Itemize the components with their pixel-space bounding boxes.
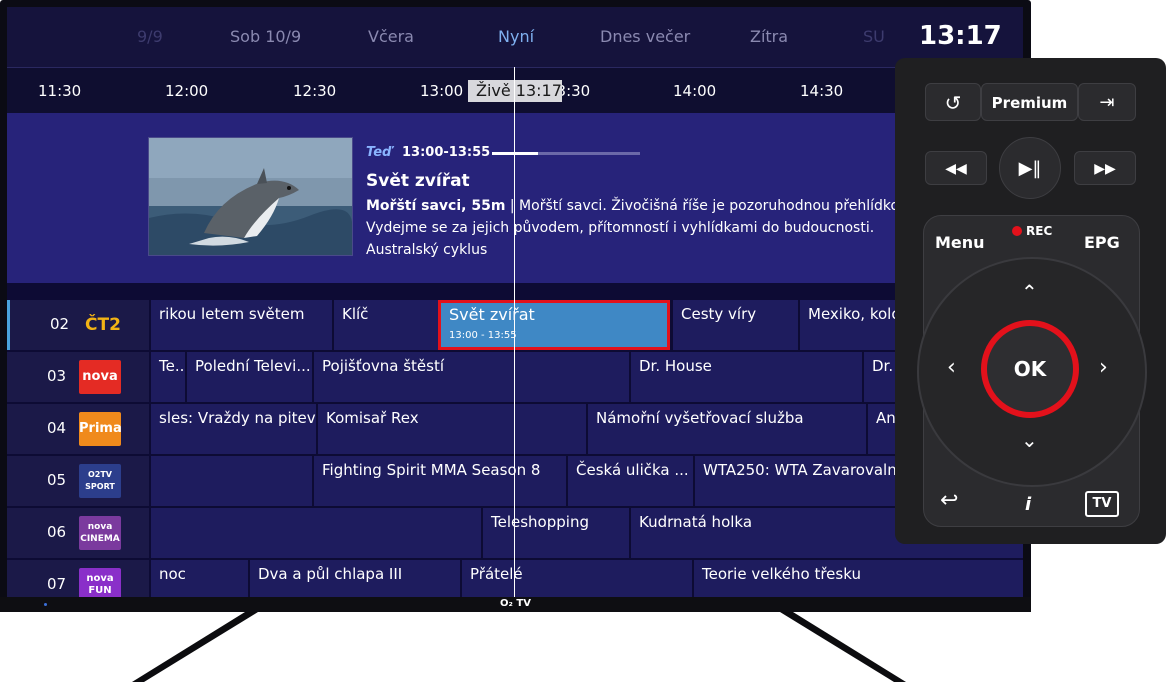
down-arrow-button[interactable]: ⌄ — [1021, 428, 1038, 452]
program-thumbnail — [148, 137, 353, 256]
channel-logo-nova-cinema: nova CINEMA — [79, 516, 121, 550]
rec-dot-icon — [1012, 226, 1022, 236]
channel-row: 03 nova Te... Polední Televi... Pojišťov… — [7, 352, 1023, 402]
info-button[interactable]: i — [1025, 494, 1031, 515]
day-tab-fade-left[interactable]: 9/9 — [137, 27, 163, 46]
program-cell-selected[interactable]: Svět zvířat 13:00 - 13:55 — [438, 300, 670, 350]
channel-logo-o2tv-sport: O2TV SPORT — [79, 464, 121, 498]
play-pause-icon: ▶‖ — [1018, 158, 1042, 179]
right-arrow-button[interactable]: › — [1099, 355, 1108, 380]
channel-cell[interactable]: 04 Prima — [7, 404, 149, 454]
day-tab-vcera[interactable]: Včera — [368, 27, 414, 46]
time-tick: 14:30 — [800, 82, 844, 100]
program-cell[interactable] — [149, 456, 312, 506]
epg-button[interactable]: EPG — [1084, 233, 1120, 252]
channel-number: 05 — [47, 471, 67, 489]
program-cell[interactable]: Dva a půl chlapa III — [248, 560, 460, 597]
ok-button[interactable]: OK — [981, 320, 1079, 418]
program-cell[interactable]: noc — [149, 560, 248, 597]
tv-screen: 9/9 Sob 10/9 Včera Nyní Dnes večer Zítra… — [7, 7, 1023, 597]
time-tick: 13:00 — [420, 82, 464, 100]
program-info-panel: Teď 13:00-13:55 Svět zvířat Mořští savci… — [7, 113, 1023, 283]
channel-number: 04 — [47, 419, 67, 437]
input-icon: ⇥ — [1099, 92, 1115, 113]
channel-logo-nova-fun: nova FUN — [79, 568, 121, 597]
program-cell[interactable]: Polední Televi... — [185, 352, 312, 402]
program-cycle: Australský cyklus — [366, 242, 488, 258]
current-time-line — [514, 67, 515, 597]
time-tick: 14:00 — [673, 82, 717, 100]
premium-button[interactable]: Premium — [981, 83, 1078, 121]
back-button[interactable]: ↩ — [940, 488, 958, 513]
menu-button[interactable]: Menu — [935, 233, 985, 252]
restart-button[interactable]: ↺ — [925, 83, 981, 121]
program-cell[interactable]: Komisař Rex — [316, 404, 586, 454]
channel-number: 03 — [47, 367, 67, 385]
time-tick: 12:30 — [293, 82, 337, 100]
program-cell[interactable]: Klíč — [332, 300, 438, 350]
brand-logo: O₂ TV — [500, 598, 531, 609]
now-label: Teď — [366, 145, 392, 160]
time-tick: 11:30 — [38, 82, 82, 100]
rec-button[interactable]: REC — [1026, 224, 1052, 238]
program-cell[interactable]: rikou letem světem — [149, 300, 332, 350]
day-tab-nyni[interactable]: Nyní — [498, 27, 534, 46]
channel-cell[interactable]: 03 nova — [7, 352, 149, 402]
rewind-button[interactable]: ◀◀ — [925, 151, 987, 185]
tv-leg-left — [132, 612, 258, 682]
program-cell[interactable]: Námořní vyšetřovací služba — [586, 404, 866, 454]
channel-row: 06 nova CINEMA Teleshopping Kudrnatá hol… — [7, 508, 1023, 558]
left-arrow-button[interactable]: ‹ — [947, 355, 956, 380]
program-cell[interactable]: Teleshopping — [481, 508, 629, 558]
channel-logo-ct2: ČT2 — [85, 315, 121, 335]
tv-leg-right — [780, 612, 906, 682]
rewind-icon: ◀◀ — [945, 161, 967, 177]
program-cell-time: 13:00 - 13:55 — [449, 330, 517, 341]
up-arrow-button[interactable]: ⌃ — [1021, 280, 1038, 304]
channel-number: 06 — [47, 523, 67, 541]
day-tab-fade-right[interactable]: SU — [863, 27, 885, 46]
fast-forward-icon: ▶▶ — [1094, 161, 1116, 177]
clock: 13:17 — [919, 21, 1002, 51]
channel-cell[interactable]: 05 O2TV SPORT — [7, 456, 149, 506]
program-cell[interactable]: Pojišťovna štěstí — [312, 352, 629, 402]
time-ruler: 11:30 12:00 12:30 13:00 13:30 14:00 14:3… — [7, 67, 1023, 114]
input-button[interactable]: ⇥ — [1078, 83, 1136, 121]
program-cell[interactable]: Přátelé — [460, 560, 692, 597]
play-pause-button[interactable]: ▶‖ — [999, 137, 1061, 199]
program-time-range: 13:00-13:55 — [402, 145, 491, 160]
channel-row: 02 ČT2 rikou letem světem Klíč Svět zvíř… — [7, 300, 1023, 350]
restart-icon: ↺ — [944, 91, 962, 115]
remote-control: ↺ Premium ⇥ ◀◀ ▶‖ ▶▶ Menu REC EPG ⌃ ‹ › … — [895, 58, 1166, 544]
program-cell[interactable]: Teorie velkého třesku — [692, 560, 1023, 597]
channel-cell[interactable]: 02 ČT2 — [7, 300, 152, 350]
program-cell[interactable]: Česká ulička ... — [566, 456, 693, 506]
channel-row: 07 nova FUN noc Dva a půl chlapa III Přá… — [7, 560, 1023, 597]
channel-logo-prima: Prima — [79, 412, 122, 446]
program-cell[interactable]: Cesty víry — [671, 300, 798, 350]
program-episode: Mořští savci, 55m — [366, 198, 506, 214]
program-cell[interactable] — [149, 508, 481, 558]
channel-logo-nova: nova — [79, 360, 121, 394]
channel-row: 05 O2TV SPORT Fighting Spirit MMA Season… — [7, 456, 1023, 506]
day-tab-dnes-vecer[interactable]: Dnes večer — [600, 27, 690, 46]
live-time-badge: Živě 13:17 — [468, 80, 562, 102]
program-cell[interactable]: Te... — [149, 352, 189, 402]
day-tab-zitra[interactable]: Zítra — [750, 27, 788, 46]
program-cell[interactable]: Dr. House — [629, 352, 862, 402]
day-bar: 9/9 Sob 10/9 Včera Nyní Dnes večer Zítra… — [7, 7, 1023, 67]
channel-row: 04 Prima sles: Vraždy na pitevně Komisař… — [7, 404, 1023, 454]
channel-cell[interactable]: 06 nova CINEMA — [7, 508, 149, 558]
tv-button[interactable]: TV — [1085, 491, 1119, 517]
program-cell[interactable]: Fighting Spirit MMA Season 8 — [312, 456, 566, 506]
program-cell[interactable]: sles: Vraždy na pitevně — [149, 404, 334, 454]
channel-number: 02 — [50, 315, 70, 333]
epg-grid: 02 ČT2 rikou letem světem Klíč Svět zvíř… — [7, 283, 1023, 597]
channel-cell[interactable]: 07 nova FUN — [7, 560, 149, 597]
day-tab-sob[interactable]: Sob 10/9 — [230, 27, 301, 46]
time-tick: 12:00 — [165, 82, 209, 100]
program-title: Svět zvířat — [366, 171, 470, 191]
channel-number: 07 — [47, 575, 67, 593]
fast-forward-button[interactable]: ▶▶ — [1074, 151, 1136, 185]
